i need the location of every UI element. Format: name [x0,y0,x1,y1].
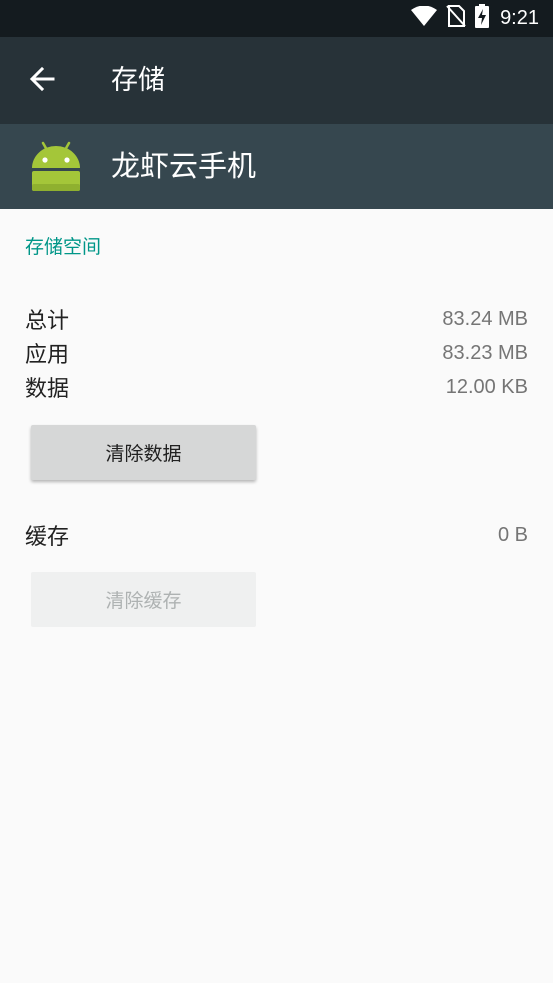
arrow-left-icon [29,66,55,96]
cache-label: 缓存 [25,525,70,550]
status-icons: 9:21 [411,4,539,32]
app-size-label: 应用 [25,343,70,368]
status-time: 9:21 [500,6,539,29]
toolbar: 存储 [0,37,553,124]
cache-row: 缓存 0 B [25,518,528,552]
storage-row-total: 总计 83.24 MB [25,302,528,336]
storage-section-title: 存储空间 [25,236,102,258]
back-button[interactable] [18,57,66,105]
storage-row-app: 应用 83.23 MB [25,336,528,370]
android-robot-icon [28,138,84,194]
storage-row-data: 数据 12.00 KB [25,370,528,404]
data-size-label: 数据 [25,377,70,402]
wifi-icon [411,5,438,30]
clear-cache-button: 清除缓存 [31,572,256,627]
battery-charging-icon [475,4,490,32]
cache-value: 0 B [497,523,528,546]
page-title: 存储 [111,65,165,96]
status-bar: 9:21 [0,0,553,37]
clear-data-button[interactable]: 清除数据 [31,425,256,480]
app-header: 龙虾云手机 [0,124,553,209]
data-size-value: 12.00 KB [445,375,528,398]
no-sim-icon [446,5,466,31]
total-value: 83.24 MB [442,307,528,330]
app-size-value: 83.23 MB [442,341,528,364]
total-label: 总计 [25,309,70,334]
app-name: 龙虾云手机 [111,149,257,183]
